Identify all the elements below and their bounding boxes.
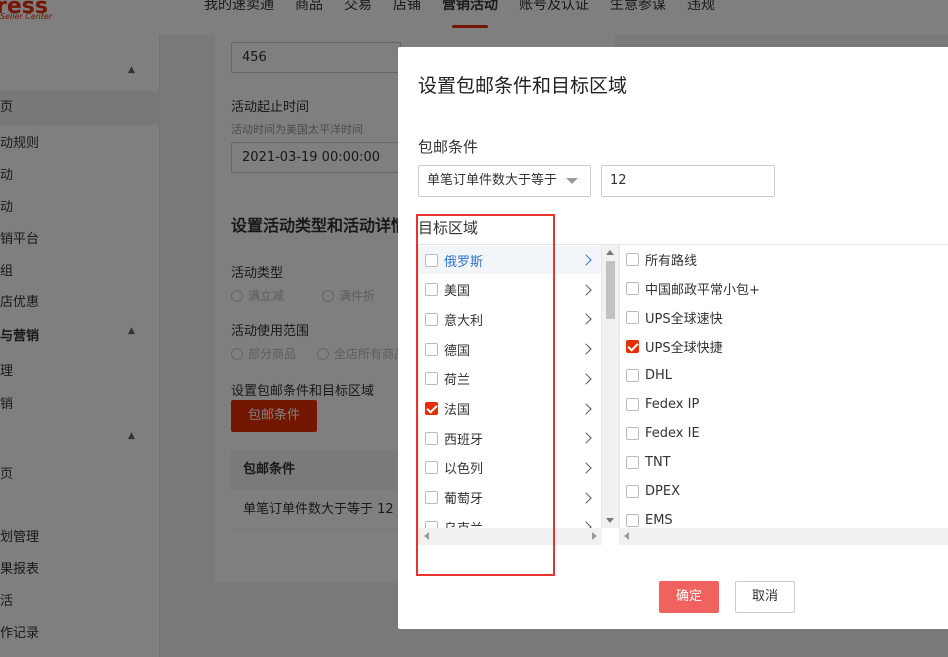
- highlight-frame: [416, 214, 555, 576]
- chevron-down-icon: [566, 178, 578, 184]
- route-hscrollbar[interactable]: [619, 528, 948, 545]
- route-label: UPS全球速快: [645, 311, 723, 327]
- chevron-right-icon[interactable]: [580, 491, 592, 504]
- confirm-button[interactable]: 确定: [659, 581, 719, 613]
- route-item[interactable]: 所有路线: [620, 245, 948, 273]
- route-label: DPEX: [645, 484, 680, 500]
- route-label: DHL: [645, 367, 673, 383]
- scroll-down-icon[interactable]: [606, 518, 614, 523]
- route-item[interactable]: Fedex IP: [620, 391, 948, 419]
- route-label: UPS全球快捷: [645, 340, 723, 356]
- condition-label: 包邮条件: [418, 138, 479, 156]
- route-item[interactable]: DHL: [620, 361, 948, 389]
- route-label: 中国邮政平常小包+: [645, 282, 760, 298]
- checkbox[interactable]: [626, 514, 639, 528]
- chevron-right-icon[interactable]: [580, 462, 592, 474]
- route-item[interactable]: 中国邮政平常小包+: [620, 274, 948, 302]
- cancel-button[interactable]: 取消: [735, 581, 795, 613]
- chevron-right-icon[interactable]: [580, 313, 592, 326]
- condition-value-input[interactable]: 12: [601, 165, 775, 197]
- checkbox[interactable]: [626, 398, 639, 411]
- checkbox[interactable]: [626, 339, 639, 353]
- condition-select-value: 单笔订单件数大于等于: [427, 173, 558, 188]
- chevron-right-icon[interactable]: [580, 432, 592, 444]
- checkbox[interactable]: [626, 368, 639, 382]
- country-list-scrollbar[interactable]: [602, 245, 619, 528]
- scroll-left-icon[interactable]: [624, 532, 629, 540]
- checkbox[interactable]: [626, 456, 639, 470]
- chevron-right-icon[interactable]: [580, 343, 592, 355]
- scroll-up-icon[interactable]: [606, 250, 614, 255]
- modal-title: 设置包邮条件和目标区域: [418, 75, 628, 97]
- route-item[interactable]: UPS全球速快: [620, 303, 948, 331]
- scroll-thumb[interactable]: [606, 261, 615, 319]
- route-label: TNT: [645, 455, 671, 471]
- checkbox[interactable]: [626, 485, 639, 499]
- condition-select[interactable]: 单笔订单件数大于等于: [418, 165, 591, 197]
- checkbox[interactable]: [626, 310, 639, 324]
- route-label: 所有路线: [645, 253, 698, 269]
- chevron-right-icon[interactable]: [580, 254, 592, 266]
- checkbox[interactable]: [626, 252, 639, 266]
- route-list: 所有路线中国邮政平常小包+ UPS全球速快 UPS全球快捷 DHL Fedex IP Fe…: [619, 245, 948, 528]
- checkbox[interactable]: [626, 427, 639, 441]
- scroll-right-icon[interactable]: [592, 532, 597, 540]
- route-item[interactable]: TNT: [620, 449, 948, 477]
- chevron-right-icon[interactable]: [580, 402, 592, 415]
- route-item[interactable]: Fedex IE: [620, 420, 948, 448]
- route-item[interactable]: UPS全球快捷: [620, 332, 948, 360]
- route-label: Fedex IE: [645, 426, 700, 442]
- checkbox[interactable]: [626, 281, 639, 295]
- route-item[interactable]: DPEX: [620, 478, 948, 506]
- chevron-right-icon[interactable]: [580, 284, 592, 296]
- route-item[interactable]: EMS: [620, 507, 948, 528]
- route-label: EMS: [645, 513, 673, 528]
- chevron-right-icon[interactable]: [580, 373, 592, 385]
- route-label: Fedex IP: [645, 397, 700, 412]
